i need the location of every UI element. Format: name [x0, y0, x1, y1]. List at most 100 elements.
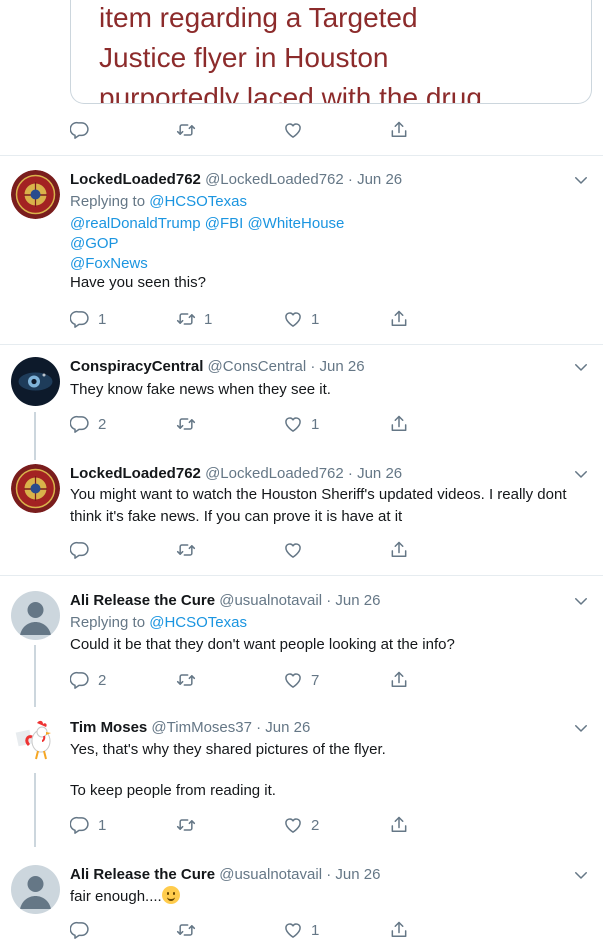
reply-button[interactable]: 2 — [70, 669, 106, 691]
display-name[interactable]: Ali Release the Cure — [70, 866, 215, 883]
retweet-button[interactable] — [176, 669, 204, 691]
replying-prefix: Replying to — [70, 193, 146, 210]
tweet-actions: 1 1 1 — [70, 308, 430, 330]
replying-to-link[interactable]: @HCSOTexas — [149, 193, 247, 210]
retweet-button[interactable] — [176, 413, 204, 435]
chevron-down-icon[interactable] — [572, 719, 590, 737]
tweet-header: Ali Release the Cure @usualnotavail · Ju… — [70, 865, 380, 885]
chevron-down-icon[interactable] — [572, 866, 590, 884]
user-handle[interactable]: @TimMoses37 — [151, 719, 252, 736]
replying-to: Replying to @HCSOTexas — [70, 613, 247, 633]
replying-to-link[interactable]: @HCSOTexas — [149, 614, 247, 631]
share-button[interactable] — [389, 669, 409, 691]
like-button[interactable]: 1 — [283, 413, 319, 435]
user-handle[interactable]: @LockedLoaded762 — [205, 171, 344, 188]
retweet-icon — [176, 120, 196, 140]
tweet-header: Ali Release the Cure @usualnotavail · Ju… — [70, 591, 380, 611]
user-handle[interactable]: @usualnotavail — [219, 866, 322, 883]
separator: · — [326, 592, 332, 609]
like-button[interactable]: 1 — [283, 919, 319, 941]
thread-line — [34, 773, 36, 847]
like-icon — [283, 540, 303, 560]
reply-icon — [70, 670, 90, 690]
marine-seal-avatar — [11, 464, 60, 513]
replying-prefix: Replying to — [70, 614, 146, 631]
like-button[interactable]: 1 — [283, 308, 319, 330]
tweet-actions: 2 1 — [70, 413, 430, 435]
tweet-date[interactable]: Jun 26 — [335, 866, 380, 883]
retweet-button[interactable] — [176, 919, 204, 941]
tweet-date[interactable]: Jun 26 — [320, 358, 365, 375]
tweet-date[interactable]: Jun 26 — [357, 465, 402, 482]
reply-button[interactable] — [70, 539, 90, 561]
like-button[interactable] — [283, 539, 303, 561]
tweet-header: LockedLoaded762 @LockedLoaded762 · Jun 2… — [70, 170, 402, 190]
chevron-down-icon[interactable] — [572, 171, 590, 189]
display-name[interactable]: LockedLoaded762 — [70, 465, 201, 482]
default-avatar — [11, 865, 60, 914]
tweet-actions: 2 7 — [70, 669, 430, 691]
share-button[interactable] — [389, 919, 409, 941]
user-handle[interactable]: @usualnotavail — [219, 592, 322, 609]
like-icon — [283, 414, 303, 434]
tweet-actions: 1 — [70, 919, 430, 941]
mentions[interactable]: @realDonaldTrump @FBI @WhiteHouse — [70, 214, 344, 234]
avatar[interactable] — [11, 464, 60, 513]
quoted-tweet-card[interactable]: item regarding a Targeted Justice flyer … — [70, 0, 592, 104]
avatar[interactable] — [11, 717, 60, 766]
like-button[interactable]: 7 — [283, 669, 319, 691]
like-count: 1 — [311, 921, 320, 939]
user-handle[interactable]: @ConsCentral — [208, 358, 307, 375]
retweet-count: 1 — [204, 310, 213, 328]
separator: · — [347, 465, 353, 482]
like-count: 7 — [311, 671, 320, 689]
reply-button[interactable]: 1 — [70, 814, 106, 836]
retweet-button[interactable] — [176, 119, 196, 141]
reply-button[interactable]: 1 — [70, 308, 106, 330]
display-name[interactable]: LockedLoaded762 — [70, 171, 201, 188]
tweet-date[interactable]: Jun 26 — [335, 592, 380, 609]
share-button[interactable] — [389, 308, 409, 330]
tweet-actions — [70, 119, 430, 141]
retweet-button[interactable] — [176, 814, 204, 836]
chevron-down-icon[interactable] — [572, 592, 590, 610]
like-icon — [283, 309, 303, 329]
share-button[interactable] — [389, 413, 409, 435]
like-count: 2 — [311, 816, 320, 834]
reply-icon — [70, 815, 90, 835]
share-button[interactable] — [389, 814, 409, 836]
avatar[interactable] — [11, 170, 60, 219]
retweet-button[interactable] — [176, 539, 196, 561]
tweet-date[interactable]: Jun 26 — [265, 719, 310, 736]
like-button[interactable]: 2 — [283, 814, 319, 836]
chevron-down-icon[interactable] — [572, 465, 590, 483]
reply-count: 2 — [98, 671, 107, 689]
display-name[interactable]: Ali Release the Cure — [70, 592, 215, 609]
display-name[interactable]: Tim Moses — [70, 719, 147, 736]
avatar[interactable] — [11, 357, 60, 406]
chevron-down-icon[interactable] — [572, 358, 590, 376]
like-button[interactable] — [283, 119, 303, 141]
mentions[interactable]: @FoxNews — [70, 254, 148, 274]
reply-button[interactable]: 2 — [70, 413, 106, 435]
tweet-text: fair enough.... — [70, 886, 180, 907]
share-button[interactable] — [389, 539, 409, 561]
share-button[interactable] — [389, 119, 409, 141]
tweet-header: LockedLoaded762 @LockedLoaded762 · Jun 2… — [70, 464, 402, 484]
rooster-avatar — [11, 717, 60, 766]
avatar[interactable] — [11, 865, 60, 914]
retweet-button[interactable]: 1 — [176, 308, 212, 330]
retweet-icon — [176, 309, 196, 329]
tweet-date[interactable]: Jun 26 — [357, 171, 402, 188]
reply-button[interactable] — [70, 119, 90, 141]
avatar[interactable] — [11, 591, 60, 640]
reply-button[interactable] — [70, 919, 98, 941]
share-icon — [389, 120, 409, 140]
display-name[interactable]: ConspiracyCentral — [70, 358, 203, 375]
user-handle[interactable]: @LockedLoaded762 — [205, 465, 344, 482]
marine-seal-avatar — [11, 170, 60, 219]
share-icon — [389, 309, 409, 329]
quoted-line: Justice flyer in Houston — [99, 42, 389, 73]
retweet-icon — [176, 815, 196, 835]
mentions[interactable]: @GOP — [70, 234, 119, 254]
